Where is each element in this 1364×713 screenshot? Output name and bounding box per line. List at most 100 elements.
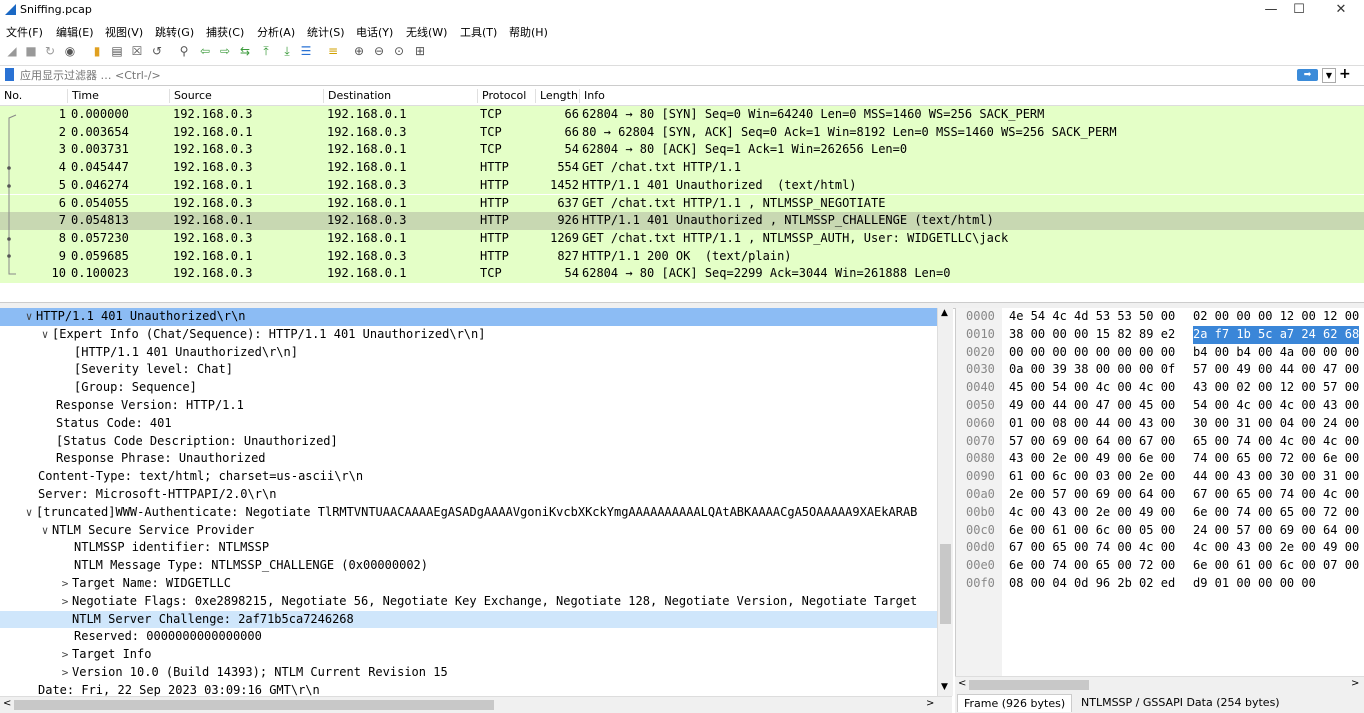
menu-edit[interactable]: 编辑(E) <box>56 24 94 40</box>
zoom-reset-icon[interactable]: ⊙ <box>392 44 406 58</box>
reload-file-icon[interactable]: ↺ <box>150 44 164 58</box>
tree-item[interactable]: Server: Microsoft-HTTPAPI/2.0\r\n <box>0 486 276 504</box>
menu-wireless[interactable]: 无线(W) <box>406 24 447 40</box>
scroll-left-icon[interactable]: < <box>3 698 11 709</box>
close-file-icon[interactable]: ☒ <box>130 44 144 58</box>
tree-item[interactable]: Status Code: 401 <box>0 415 172 433</box>
tree-item[interactable]: [Group: Sequence] <box>0 379 197 397</box>
start-capture-icon[interactable]: ◢ <box>5 44 19 58</box>
add-filter-button[interactable]: + <box>1339 66 1351 82</box>
colorize-icon[interactable]: ≡ <box>326 44 340 58</box>
packet-row[interactable]: 2 0.003654 192.168.0.1 192.168.0.3 TCP 6… <box>0 123 1364 142</box>
tab-frame-bytes[interactable]: Frame (926 bytes) <box>957 694 1073 712</box>
scroll-left-icon[interactable]: < <box>958 678 966 689</box>
packet-row-selected[interactable]: 7 0.054813 192.168.0.1 192.168.0.3 HTTP … <box>0 212 1364 230</box>
tree-item[interactable]: Response Phrase: Unauthorized <box>0 450 266 468</box>
tree-expand-icon[interactable]: ∨ <box>22 504 36 522</box>
open-file-icon[interactable]: ▮ <box>90 44 104 58</box>
first-packet-icon[interactable]: ⤒ <box>259 44 273 58</box>
tree-item-target-name[interactable]: > Target Name: WIDGETLLC <box>0 575 231 593</box>
menu-capture[interactable]: 捕获(C) <box>206 24 244 40</box>
tree-item[interactable]: Response Version: HTTP/1.1 <box>0 397 244 415</box>
close-button[interactable]: ✕ <box>1318 0 1364 20</box>
resize-columns-icon[interactable]: ⊞ <box>413 44 427 58</box>
filter-dropdown-icon[interactable]: ▼ <box>1322 68 1336 83</box>
tree-item-ntlm-ssp[interactable]: ∨ NTLM Secure Service Provider <box>0 522 255 540</box>
packet-row[interactable]: 1 0.000000 192.168.0.3 192.168.0.1 TCP 6… <box>0 106 1364 124</box>
apply-filter-arrow-icon[interactable]: ➡ <box>1297 69 1318 81</box>
menu-file[interactable]: 文件(F) <box>6 24 43 40</box>
packet-row[interactable]: 10 0.100023 192.168.0.3 192.168.0.1 TCP … <box>0 265 1364 283</box>
packet-row[interactable]: 8 0.057230 192.168.0.3 192.168.0.1 HTTP … <box>0 229 1364 248</box>
tree-item-http-status[interactable]: ∨ HTTP/1.1 401 Unauthorized\r\n <box>0 308 937 326</box>
tree-item-www-authenticate[interactable]: ∨ [truncated]WWW-Authenticate: Negotiate … <box>0 504 918 522</box>
column-length[interactable]: Length <box>535 89 578 103</box>
tree-item[interactable]: Reserved: 0000000000000000 <box>0 628 262 646</box>
scroll-right-icon[interactable]: > <box>1351 678 1359 689</box>
tree-item[interactable]: Content-Type: text/html; charset=us-asci… <box>0 468 363 486</box>
find-packet-icon[interactable]: ⚲ <box>177 44 191 58</box>
tree-collapsed-icon[interactable]: > <box>58 646 72 664</box>
column-time[interactable]: Time <box>67 89 99 103</box>
column-destination[interactable]: Destination <box>323 89 391 103</box>
tree-item[interactable]: [Status Code Description: Unauthorized] <box>0 433 338 451</box>
tree-item[interactable]: Date: Fri, 22 Sep 2023 03:09:16 GMT\r\n <box>0 682 320 696</box>
maximize-button[interactable]: ☐ <box>1276 0 1322 20</box>
zoom-in-icon[interactable]: ⊕ <box>352 44 366 58</box>
tree-item[interactable]: NTLM Message Type: NTLMSSP_CHALLENGE (0x… <box>0 557 428 575</box>
scroll-down-icon[interactable]: ▼ <box>941 682 948 692</box>
packet-row[interactable]: 6 0.054055 192.168.0.3 192.168.0.1 HTTP … <box>0 194 1364 213</box>
zoom-out-icon[interactable]: ⊖ <box>372 44 386 58</box>
display-filter-input[interactable] <box>18 67 1292 83</box>
tree-expand-icon[interactable]: ∨ <box>38 522 52 540</box>
scroll-thumb[interactable] <box>940 544 951 624</box>
capture-options-icon[interactable]: ◉ <box>63 44 77 58</box>
tab-ntlmssp-data[interactable]: NTLMSSP / GSSAPI Data (254 bytes) <box>1075 694 1286 711</box>
scroll-up-icon[interactable]: ▲ <box>941 308 948 318</box>
tree-item[interactable]: [Severity level: Chat] <box>0 361 233 379</box>
tree-collapsed-icon[interactable]: > <box>58 575 72 593</box>
tree-collapsed-icon[interactable]: > <box>58 593 72 611</box>
menu-help[interactable]: 帮助(H) <box>509 24 548 40</box>
column-no[interactable]: No. <box>0 89 22 103</box>
go-back-icon[interactable]: ⇦ <box>198 44 212 58</box>
menu-go[interactable]: 跳转(G) <box>155 24 194 40</box>
tree-item[interactable]: NTLMSSP identifier: NTLMSSP <box>0 539 269 557</box>
packet-row[interactable]: 9 0.059685 192.168.0.1 192.168.0.3 HTTP … <box>0 247 1364 266</box>
last-packet-icon[interactable]: ⤓ <box>280 44 294 58</box>
tree-item-target-info[interactable]: > Target Info <box>0 646 152 664</box>
column-protocol[interactable]: Protocol <box>477 89 526 103</box>
tree-item-version[interactable]: > Version 10.0 (Build 14393); NTLM Curren… <box>0 664 448 682</box>
menu-statistics[interactable]: 统计(S) <box>307 24 345 40</box>
column-source[interactable]: Source <box>169 89 212 103</box>
packet-row[interactable]: 5 0.046274 192.168.0.1 192.168.0.3 HTTP … <box>0 176 1364 195</box>
scroll-thumb[interactable] <box>969 680 1089 690</box>
autoscroll-icon[interactable]: ☰ <box>299 44 313 58</box>
tree-expand-icon[interactable]: ∨ <box>38 326 52 344</box>
go-to-packet-icon[interactable]: ⇆ <box>238 44 252 58</box>
save-file-icon[interactable]: ▤ <box>110 44 124 58</box>
tree-item-expert-info[interactable]: ∨ [Expert Info (Chat/Sequence): HTTP/1.1 … <box>0 326 486 344</box>
menu-analyze[interactable]: 分析(A) <box>257 24 295 40</box>
tree-item[interactable]: [HTTP/1.1 401 Unauthorized\r\n] <box>0 344 298 362</box>
bytes-horizontal-scrollbar[interactable]: < > <box>955 676 1364 693</box>
scroll-right-icon[interactable]: > <box>926 698 934 709</box>
restart-capture-icon[interactable]: ↻ <box>43 44 57 58</box>
tree-item-negotiate-flags[interactable]: > Negotiate Flags: 0xe2898215, Negotiate … <box>0 593 918 611</box>
bookmark-icon[interactable] <box>5 68 14 81</box>
packet-list-header: No. Time Source Destination Protocol Len… <box>0 86 1364 106</box>
scroll-thumb[interactable] <box>14 700 494 710</box>
details-horizontal-scrollbar[interactable]: < > <box>0 696 952 713</box>
tree-item-server-challenge[interactable]: NTLM Server Challenge: 2af71b5ca7246268 <box>0 610 937 629</box>
packet-row[interactable]: 3 0.003731 192.168.0.3 192.168.0.1 TCP 5… <box>0 141 1364 160</box>
tree-collapsed-icon[interactable]: > <box>58 664 72 682</box>
menu-tools[interactable]: 工具(T) <box>460 24 497 40</box>
menu-telephony[interactable]: 电话(Y) <box>356 24 393 40</box>
menu-view[interactable]: 视图(V) <box>105 24 143 40</box>
go-forward-icon[interactable]: ⇨ <box>218 44 232 58</box>
tree-expand-icon[interactable]: ∨ <box>22 308 36 326</box>
packet-row[interactable]: 4 0.045447 192.168.0.3 192.168.0.1 HTTP … <box>0 159 1364 177</box>
stop-capture-icon[interactable]: ■ <box>24 44 38 58</box>
details-vertical-scrollbar[interactable]: ▲ ▼ <box>937 308 953 696</box>
column-info[interactable]: Info <box>579 89 605 103</box>
